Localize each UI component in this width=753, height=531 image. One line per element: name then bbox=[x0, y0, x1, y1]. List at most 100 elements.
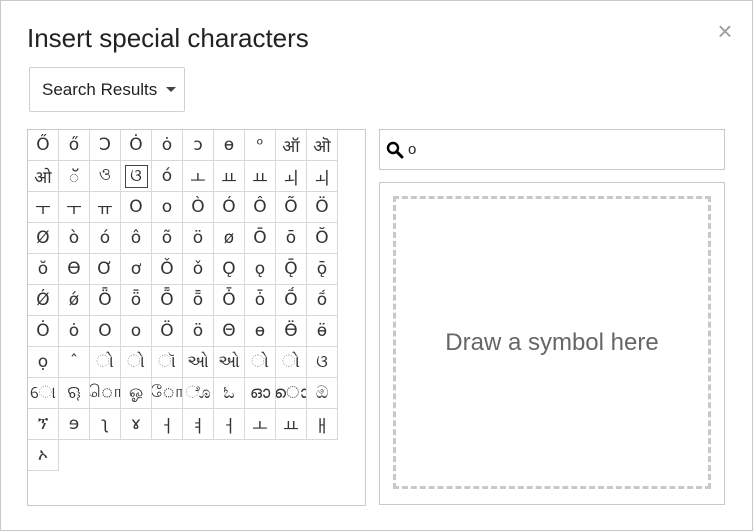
character-cell[interactable]: Ȯ bbox=[28, 316, 59, 347]
character-cell[interactable]: Ö bbox=[152, 316, 183, 347]
character-cell[interactable]: ɵ bbox=[245, 316, 276, 347]
character-cell[interactable]: ॅ bbox=[59, 161, 90, 192]
character-cell[interactable]: Ӫ bbox=[276, 316, 307, 347]
character-cell[interactable]: Ɔ bbox=[90, 130, 121, 161]
character-cell[interactable]: ȯ bbox=[152, 130, 183, 161]
character-cell[interactable]: ó bbox=[90, 223, 121, 254]
character-cell[interactable]: ȫ bbox=[121, 285, 152, 316]
character-cell[interactable]: ȱ bbox=[245, 285, 276, 316]
character-cell[interactable]: ો bbox=[276, 347, 307, 378]
character-cell[interactable]: Ø bbox=[28, 223, 59, 254]
character-cell[interactable]: ஓ bbox=[121, 378, 152, 409]
character-cell[interactable]: ㅓ bbox=[214, 409, 245, 440]
character-cell[interactable]: Ǫ bbox=[214, 254, 245, 285]
character-cell[interactable]: ୋ bbox=[28, 378, 59, 409]
character-cell[interactable]: ઓ bbox=[183, 347, 214, 378]
character-cell[interactable]: ୠ bbox=[59, 378, 90, 409]
character-cell[interactable]: ओ bbox=[28, 161, 59, 192]
character-cell[interactable]: Ō bbox=[245, 223, 276, 254]
character-cell[interactable]: ೊ bbox=[183, 378, 214, 409]
character-cell[interactable]: Ŏ bbox=[307, 223, 338, 254]
character-cell[interactable]: ㅛ bbox=[214, 161, 245, 192]
category-dropdown[interactable]: Search Results bbox=[29, 67, 185, 112]
character-cell[interactable]: õ bbox=[152, 223, 183, 254]
character-cell[interactable]: ㅓ bbox=[152, 409, 183, 440]
character-cell[interactable]: ો bbox=[121, 347, 152, 378]
character-cell[interactable]: ọ bbox=[28, 347, 59, 378]
close-button[interactable]: × bbox=[711, 17, 739, 45]
character-cell[interactable]: ઓ bbox=[214, 347, 245, 378]
character-cell[interactable]: ǫ bbox=[245, 254, 276, 285]
character-cell[interactable]: ɘ bbox=[59, 409, 90, 440]
character-cell[interactable]: Ó bbox=[214, 192, 245, 223]
character-cell[interactable]: o bbox=[121, 316, 152, 347]
character-cell[interactable]: ો bbox=[90, 347, 121, 378]
character-cell[interactable]: Θ bbox=[214, 316, 245, 347]
character-cell[interactable]: ऑ bbox=[276, 130, 307, 161]
character-cell[interactable]: Ǒ bbox=[152, 254, 183, 285]
character-cell[interactable]: ȭ bbox=[183, 285, 214, 316]
character-cell[interactable]: Ɵ bbox=[59, 254, 90, 285]
character-cell[interactable]: o bbox=[152, 192, 183, 223]
character-cell[interactable]: ɵ bbox=[214, 130, 245, 161]
character-cell[interactable]: ಓ bbox=[214, 378, 245, 409]
character-cell[interactable]: Ṍ bbox=[276, 285, 307, 316]
character-cell[interactable]: ó bbox=[152, 161, 183, 192]
draw-symbol-area[interactable]: Draw a symbol here bbox=[393, 196, 711, 489]
character-cell[interactable]: Ő bbox=[28, 130, 59, 161]
search-box[interactable] bbox=[379, 129, 725, 170]
character-cell[interactable]: ö bbox=[183, 223, 214, 254]
character-cell[interactable]: Ȱ bbox=[214, 285, 245, 316]
character-cell[interactable]: ଓ bbox=[121, 161, 152, 192]
character-cell[interactable]: ㅐ bbox=[307, 409, 338, 440]
character-cell[interactable]: ऒ bbox=[307, 130, 338, 161]
character-cell[interactable]: ò bbox=[59, 223, 90, 254]
character-cell[interactable]: Ò bbox=[183, 192, 214, 223]
character-cell[interactable]: ɤ bbox=[121, 409, 152, 440]
character-cell[interactable]: ơ bbox=[121, 254, 152, 285]
character-cell[interactable]: ô bbox=[121, 223, 152, 254]
character-cell[interactable]: ோ bbox=[152, 378, 183, 409]
character-cell[interactable]: ㅕ bbox=[183, 409, 214, 440]
character-cell[interactable]: ㅗ bbox=[245, 409, 276, 440]
character-cell[interactable]: ொ bbox=[90, 378, 121, 409]
character-cell[interactable]: ӫ bbox=[307, 316, 338, 347]
character-cell[interactable]: Ǭ bbox=[276, 254, 307, 285]
character-cell[interactable]: ő bbox=[59, 130, 90, 161]
character-cell[interactable]: ㅜ bbox=[59, 192, 90, 223]
character-cell[interactable]: Ơ bbox=[90, 254, 121, 285]
character-cell[interactable]: ǿ bbox=[59, 285, 90, 316]
character-cell[interactable]: ɔ bbox=[183, 130, 214, 161]
character-cell[interactable]: Ô bbox=[245, 192, 276, 223]
character-cell[interactable]: ૉ bbox=[152, 347, 183, 378]
character-cell[interactable]: O bbox=[121, 192, 152, 223]
character-cell[interactable]: Ȯ bbox=[121, 130, 152, 161]
character-cell[interactable]: ᵒ bbox=[245, 130, 276, 161]
character-cell[interactable]: ㅚ bbox=[276, 161, 307, 192]
character-cell[interactable]: ǒ bbox=[183, 254, 214, 285]
search-input[interactable] bbox=[408, 141, 708, 158]
character-cell[interactable]: ኦ bbox=[28, 440, 59, 471]
character-cell[interactable]: ㅛ bbox=[276, 409, 307, 440]
character-cell[interactable]: ኘ bbox=[28, 409, 59, 440]
character-cell[interactable]: ㅚ bbox=[307, 161, 338, 192]
character-cell[interactable]: ǭ bbox=[307, 254, 338, 285]
character-cell[interactable]: ඔ bbox=[307, 378, 338, 409]
character-cell[interactable]: ō bbox=[276, 223, 307, 254]
character-cell[interactable]: Ȭ bbox=[152, 285, 183, 316]
character-cell[interactable]: ㅛ bbox=[245, 161, 276, 192]
character-cell[interactable]: ŏ bbox=[28, 254, 59, 285]
character-cell[interactable]: Ȫ bbox=[90, 285, 121, 316]
character-cell[interactable]: ଓ bbox=[307, 347, 338, 378]
character-cell[interactable]: ȯ bbox=[59, 316, 90, 347]
character-cell[interactable]: ㅜ bbox=[28, 192, 59, 223]
character-cell[interactable]: ˆ bbox=[59, 347, 90, 378]
character-cell[interactable]: Ǿ bbox=[28, 285, 59, 316]
character-cell[interactable]: ও bbox=[90, 161, 121, 192]
character-cell[interactable]: ൊ bbox=[276, 378, 307, 409]
character-cell[interactable]: Ö bbox=[307, 192, 338, 223]
character-cell[interactable]: ㅠ bbox=[90, 192, 121, 223]
character-cell[interactable]: O bbox=[90, 316, 121, 347]
character-cell[interactable]: ø bbox=[214, 223, 245, 254]
character-cell[interactable]: ṍ bbox=[307, 285, 338, 316]
